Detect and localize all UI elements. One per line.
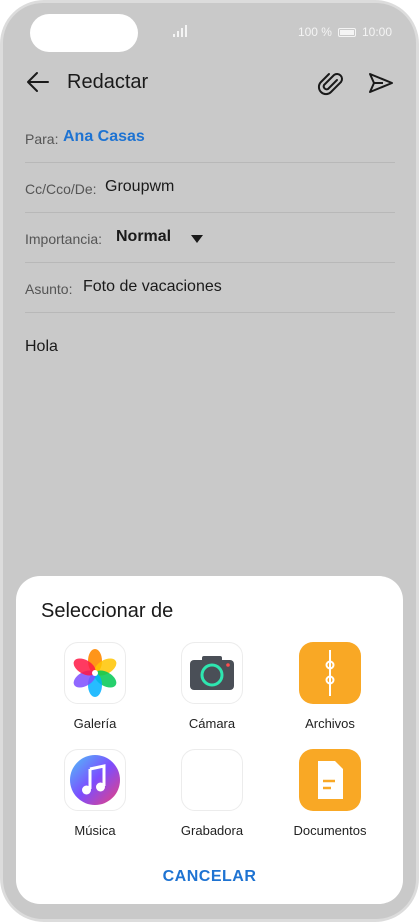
cc-label: Cc/Cco/De: — [25, 181, 97, 197]
header: Redactar — [3, 63, 416, 103]
attachment-picker-sheet: Seleccionar de Galería Cámara Archivos M… — [16, 576, 403, 904]
camera-cutout — [30, 14, 138, 52]
app-label: Grabadora — [180, 823, 244, 838]
battery-icon — [337, 27, 356, 37]
importance-field[interactable]: Importancia: Normal — [25, 213, 395, 263]
app-label: Archivos — [305, 716, 355, 731]
music-icon — [70, 755, 120, 805]
app-archivos[interactable]: Archivos — [275, 642, 385, 731]
app-label: Documentos — [293, 823, 367, 838]
subject-label: Asunto: — [25, 281, 73, 297]
to-field[interactable]: Para: Ana Casas — [25, 113, 395, 163]
phone-frame: 100 % 10:00 Redactar Para: Ana Casas Cc/… — [0, 0, 419, 922]
app-label: Música — [74, 823, 116, 838]
to-label: Para: — [25, 131, 59, 147]
recorder-icon — [190, 759, 234, 801]
dropdown-triangle-icon[interactable] — [191, 235, 203, 243]
status-bar-right: 100 % 10:00 — [298, 25, 392, 39]
subject-field[interactable]: Asunto: Foto de vacaciones — [25, 263, 395, 313]
back-arrow-icon[interactable] — [25, 69, 51, 95]
cancel-button[interactable]: CANCELAR — [16, 868, 403, 886]
app-musica[interactable]: Música — [40, 749, 150, 838]
message-body[interactable]: Hola — [25, 338, 58, 356]
app-label: Cámara — [188, 716, 236, 731]
app-galeria[interactable]: Galería — [40, 642, 150, 731]
gallery-icon — [73, 649, 117, 697]
importance-label: Importancia: — [25, 231, 103, 247]
cc-value[interactable]: Groupwm — [105, 178, 174, 196]
signal-icon — [173, 25, 187, 37]
sheet-title: Seleccionar de — [41, 600, 174, 622]
files-icon — [325, 650, 335, 696]
send-icon[interactable] — [367, 69, 395, 97]
clock: 10:00 — [361, 25, 392, 39]
app-camara[interactable]: Cámara — [157, 642, 267, 731]
camera-icon — [190, 656, 234, 690]
app-documentos[interactable]: Documentos — [275, 749, 385, 838]
attachment-icon[interactable] — [316, 69, 344, 97]
to-recipient[interactable]: Ana Casas — [63, 128, 145, 146]
app-label: Galería — [73, 716, 117, 731]
subject-input[interactable]: Foto de vacaciones — [83, 278, 222, 296]
screen: 100 % 10:00 Redactar Para: Ana Casas Cc/… — [3, 3, 416, 919]
cc-field[interactable]: Cc/Cco/De: Groupwm — [25, 163, 395, 213]
battery-percent: 100 % — [297, 25, 332, 39]
importance-select[interactable]: Normal — [116, 228, 171, 246]
app-grabadora[interactable]: Grabadora — [157, 749, 267, 838]
documents-icon — [318, 761, 343, 799]
page-title: Redactar — [67, 71, 149, 93]
